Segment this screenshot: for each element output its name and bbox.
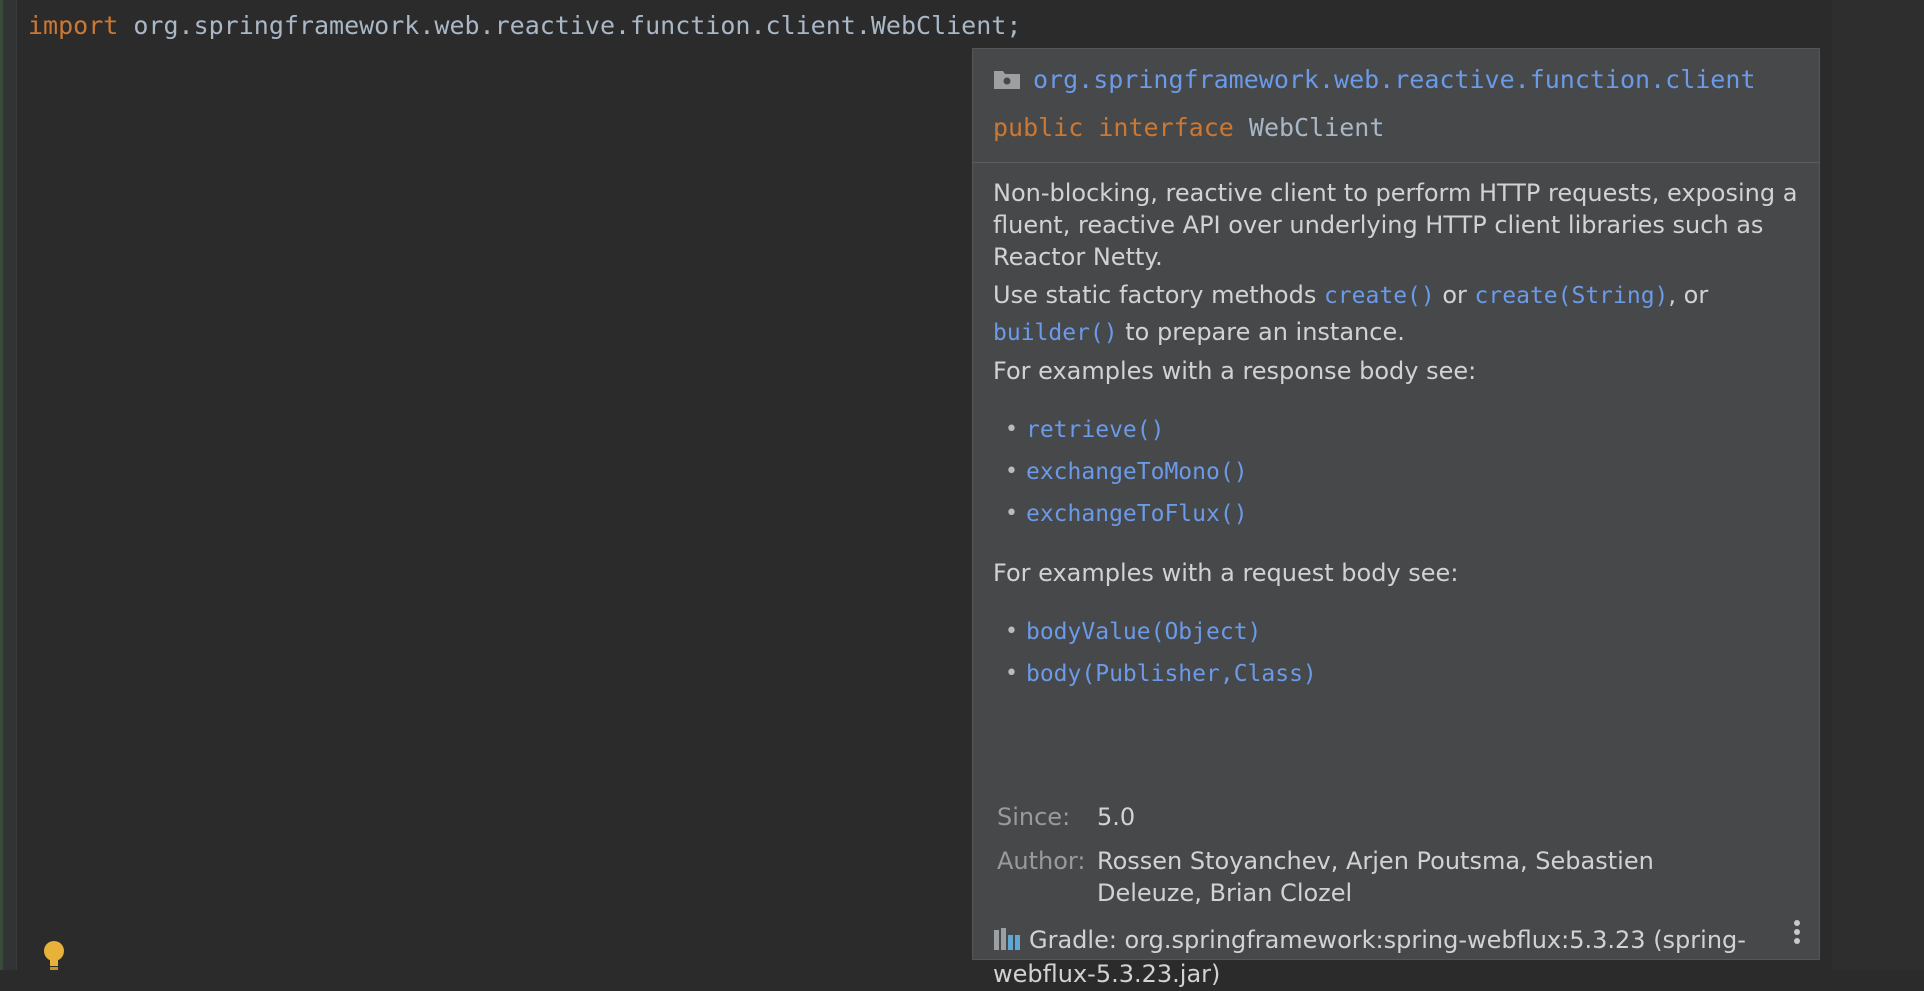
gutter-change-marker	[0, 0, 3, 970]
response-heading: For examples with a response body see:	[993, 357, 1477, 385]
factory-mid-1: or	[1434, 281, 1475, 309]
more-vertical-icon[interactable]	[1793, 919, 1801, 945]
editor-gutter	[0, 0, 17, 970]
editor-right-margin	[1832, 0, 1924, 970]
documentation-popup[interactable]: org.springframework.web.reactive.functio…	[972, 48, 1820, 988]
factory-suffix: to prepare an instance.	[1117, 318, 1405, 346]
body-publisher-link[interactable]: body(Publisher,Class)	[1026, 658, 1317, 690]
author-label: Author:	[997, 847, 1086, 875]
gradle-text: Gradle: org.springframework:spring-webfl…	[993, 926, 1746, 988]
description-text: Non-blocking, reactive client to perform…	[993, 179, 1798, 271]
request-heading: For examples with a request body see:	[993, 559, 1459, 587]
type-name: WebClient	[1248, 113, 1385, 142]
list-item: • retrieve()	[993, 409, 1801, 451]
create-string-link[interactable]: create(String)	[1475, 283, 1669, 309]
author-value: Rossen Stoyanchev, Arjen Poutsma, Sebast…	[1097, 847, 1654, 907]
interface-keyword: interface	[1098, 113, 1234, 142]
factory-prefix: Use static factory methods	[993, 281, 1324, 309]
request-links-list: • bodyValue(Object) • body(Publisher,Class…	[993, 611, 1801, 695]
retrieve-link[interactable]: retrieve()	[1026, 414, 1164, 446]
modifier-keyword: public	[993, 113, 1084, 142]
since-value: 5.0	[1097, 803, 1136, 831]
list-item: • exchangeToMono()	[993, 451, 1801, 493]
import-keyword: import	[28, 11, 119, 40]
package-link[interactable]: org.springframework.web.reactive.functio…	[1033, 65, 1755, 94]
bullet-icon: •	[1005, 661, 1018, 686]
body-value-link[interactable]: bodyValue(Object)	[1026, 616, 1261, 648]
code-editor[interactable]: import org.springframework.web.reactive.…	[0, 0, 1924, 988]
builder-link[interactable]: builder()	[993, 320, 1118, 346]
import-path[interactable]: org.springframework.web.reactive.functio…	[118, 11, 1021, 40]
lightbulb-icon[interactable]	[42, 940, 66, 970]
bullet-icon: •	[1005, 501, 1018, 526]
exchange-to-mono-link[interactable]: exchangeToMono()	[1026, 456, 1248, 488]
list-item: • exchangeToFlux()	[993, 493, 1801, 535]
doc-body: Non-blocking, reactive client to perform…	[993, 177, 1801, 695]
factory-mid-2: , or	[1668, 281, 1709, 309]
author-row: Author: Rossen Stoyanchev, Arjen Poutsma…	[997, 845, 1697, 909]
library-info: Gradle: org.springframework:spring-webfl…	[993, 923, 1773, 991]
declaration-signature: public interface WebClient	[993, 113, 1384, 142]
list-item: • body(Publisher,Class)	[993, 653, 1801, 695]
doc-metadata: Since: 5.0 Author: Rossen Stoyanchev, Ar…	[997, 801, 1697, 909]
list-item: • bodyValue(Object)	[993, 611, 1801, 653]
since-label: Since:	[997, 803, 1071, 831]
package-folder-icon	[994, 71, 1020, 89]
bullet-icon: •	[1005, 459, 1018, 484]
response-links-list: • retrieve() • exchangeToMono() • exchangeT…	[993, 409, 1801, 535]
exchange-to-flux-link[interactable]: exchangeToFlux()	[1026, 498, 1248, 530]
since-row: Since: 5.0	[997, 801, 1697, 833]
library-icon	[994, 928, 1020, 950]
bullet-icon: •	[1005, 619, 1018, 644]
import-statement[interactable]: import org.springframework.web.reactive.…	[28, 8, 1021, 44]
bullet-icon: •	[1005, 417, 1018, 442]
factory-methods-text: Use static factory methods create() or c…	[993, 277, 1801, 351]
section-divider	[973, 162, 1819, 163]
create-link[interactable]: create()	[1324, 283, 1435, 309]
package-row: org.springframework.web.reactive.functio…	[993, 59, 1755, 99]
